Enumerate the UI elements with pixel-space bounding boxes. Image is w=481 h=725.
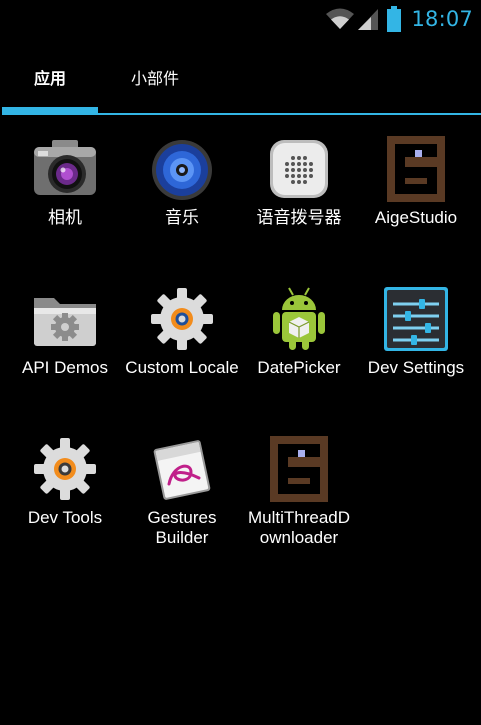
app-dev-settings[interactable]: Dev Settings <box>357 266 475 416</box>
app-label: Dev Tools <box>27 508 103 527</box>
app-label: Custom Locale <box>125 358 239 377</box>
tab-apps[interactable]: 应用 <box>2 38 98 116</box>
folder-gear-icon <box>30 284 100 354</box>
app-label: Gestures Builder <box>147 508 217 547</box>
status-clock: 18:07 <box>411 7 473 31</box>
camera-icon <box>30 134 100 204</box>
status-bar: 18:07 <box>0 0 481 38</box>
android-robot-icon <box>264 284 334 354</box>
app-music[interactable]: 音乐 <box>123 116 241 266</box>
app-voice-dialer[interactable]: 语音拨号器 <box>240 116 358 266</box>
app-camera[interactable]: 相机 <box>6 116 124 266</box>
app-gestures-builder[interactable]: Gestures Builder <box>123 416 241 566</box>
gear-icon <box>30 434 100 504</box>
app-label: 相机 <box>48 208 82 227</box>
app-label: DatePicker <box>257 358 341 377</box>
sliders-icon <box>381 284 451 354</box>
app-api-demos[interactable]: API Demos <box>6 266 124 416</box>
aigestudio-icon <box>381 134 451 204</box>
battery-icon <box>387 6 402 32</box>
wifi-icon <box>325 7 355 31</box>
voice-dialer-icon <box>264 134 334 204</box>
app-label: 语音拨号器 <box>256 208 342 227</box>
aigestudio-icon <box>264 434 334 504</box>
app-aigestudio[interactable]: AigeStudio <box>357 116 475 266</box>
app-dev-tools[interactable]: Dev Tools <box>6 416 124 566</box>
gesture-card-icon <box>147 434 217 504</box>
app-multithread-downloader[interactable]: MultiThreadD ownloader <box>240 416 358 566</box>
app-label: API Demos <box>22 358 108 377</box>
tab-bar: 应用 小部件 <box>0 38 481 116</box>
app-datepicker[interactable]: DatePicker <box>240 266 358 416</box>
status-icons: 18:07 <box>325 4 473 34</box>
signal-icon <box>357 7 379 31</box>
app-label: MultiThreadD ownloader <box>247 508 351 547</box>
app-label: AigeStudio <box>374 208 458 227</box>
gear-icon <box>147 284 217 354</box>
app-custom-locale[interactable]: Custom Locale <box>123 266 241 416</box>
tab-widgets[interactable]: 小部件 <box>98 38 212 116</box>
tab-underline <box>2 113 481 115</box>
app-label: 音乐 <box>165 208 199 227</box>
music-icon <box>147 134 217 204</box>
app-label: Dev Settings <box>367 358 465 377</box>
